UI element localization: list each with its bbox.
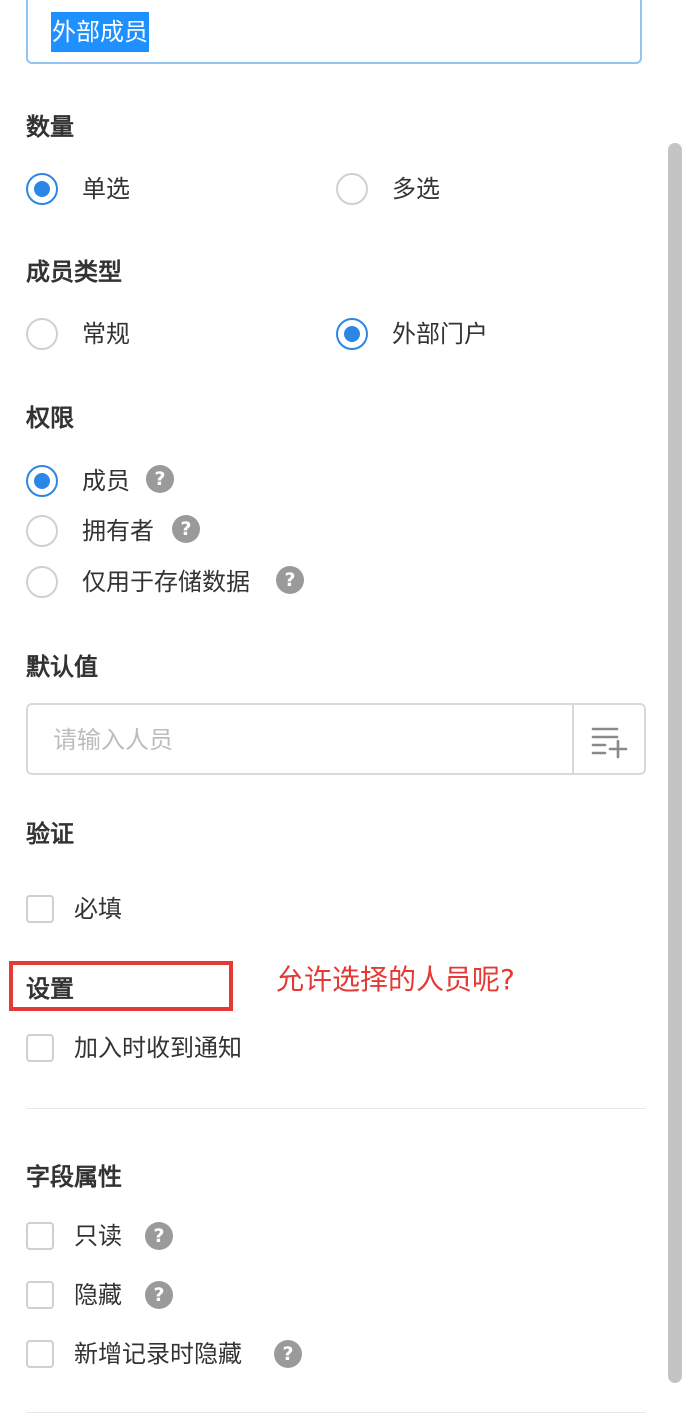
default-value-input[interactable]: 请输入人员 <box>26 703 646 775</box>
permission-storage-label[interactable]: 仅用于存储数据 <box>82 566 250 598</box>
field-settings-panel: 外部成员 数量 单选 多选 成员类型 常规 外部门户 权限 成员 ? 拥有者 ?… <box>0 0 693 1417</box>
field-name-value: 外部成员 <box>51 12 149 52</box>
quantity-single-radio[interactable] <box>26 173 58 205</box>
field-name-input[interactable]: 外部成员 <box>26 0 642 64</box>
list-add-icon <box>591 727 628 759</box>
member-type-title: 成员类型 <box>26 258 122 286</box>
readonly-label[interactable]: 只读 <box>74 1220 122 1252</box>
divider <box>26 1108 646 1109</box>
notify-label[interactable]: 加入时收到通知 <box>74 1032 242 1064</box>
member-type-portal-label[interactable]: 外部门户 <box>392 318 488 350</box>
member-type-regular-radio[interactable] <box>26 318 58 350</box>
quantity-multi-radio[interactable] <box>336 173 368 205</box>
hide-on-new-label[interactable]: 新增记录时隐藏 <box>74 1338 242 1370</box>
member-type-portal-radio[interactable] <box>336 318 368 350</box>
permission-storage-radio[interactable] <box>26 566 58 598</box>
permission-owner-radio[interactable] <box>26 515 58 547</box>
help-icon[interactable]: ? <box>146 465 174 493</box>
annotation-highlight-box <box>9 961 233 1011</box>
field-props-title: 字段属性 <box>26 1163 122 1191</box>
validation-title: 验证 <box>26 820 74 848</box>
member-list-button[interactable] <box>572 705 644 773</box>
default-value-placeholder: 请输入人员 <box>53 726 173 754</box>
help-icon[interactable]: ? <box>172 515 200 543</box>
notify-checkbox[interactable] <box>26 1034 54 1062</box>
default-value-title: 默认值 <box>26 653 98 681</box>
help-icon[interactable]: ? <box>145 1281 173 1309</box>
permission-owner-label[interactable]: 拥有者 <box>82 515 154 547</box>
permission-title: 权限 <box>26 404 74 432</box>
required-label[interactable]: 必填 <box>74 893 122 925</box>
member-type-regular-label[interactable]: 常规 <box>82 318 130 350</box>
quantity-title: 数量 <box>26 113 74 141</box>
permission-member-label[interactable]: 成员 <box>82 465 130 497</box>
quantity-multi-label[interactable]: 多选 <box>392 173 440 205</box>
annotation-text: 允许选择的人员呢? <box>276 963 515 996</box>
required-checkbox[interactable] <box>26 895 54 923</box>
quantity-single-label[interactable]: 单选 <box>82 173 130 205</box>
help-icon[interactable]: ? <box>274 1340 302 1368</box>
help-icon[interactable]: ? <box>276 566 304 594</box>
hide-on-new-checkbox[interactable] <box>26 1340 54 1368</box>
readonly-checkbox[interactable] <box>26 1222 54 1250</box>
help-icon[interactable]: ? <box>145 1222 173 1250</box>
hidden-label[interactable]: 隐藏 <box>74 1279 122 1311</box>
hidden-checkbox[interactable] <box>26 1281 54 1309</box>
permission-member-radio[interactable] <box>26 465 58 497</box>
divider <box>26 1412 646 1413</box>
vertical-scrollbar[interactable] <box>668 143 682 1383</box>
